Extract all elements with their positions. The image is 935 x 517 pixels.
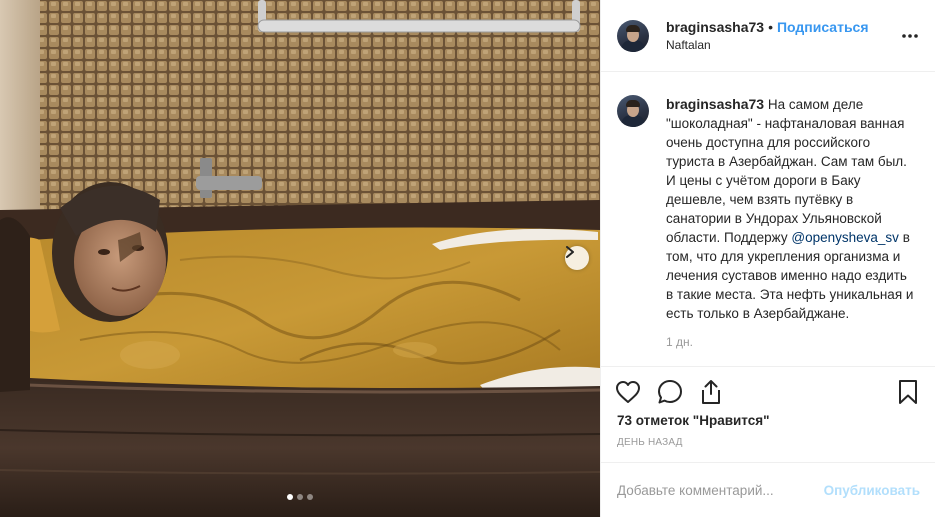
caption-avatar[interactable] [617, 95, 649, 127]
username-link[interactable]: braginsasha73 [666, 19, 764, 35]
post-photo[interactable] [0, 0, 600, 517]
like-button[interactable] [614, 378, 642, 406]
caption-username-link[interactable]: braginsasha73 [666, 96, 764, 112]
comment-input[interactable] [617, 482, 824, 498]
separator-dot: • [768, 19, 773, 35]
location-link[interactable]: Naftalan [666, 38, 869, 52]
caption-timestamp: 1 дн. [666, 335, 693, 349]
more-horizontal-icon [902, 34, 918, 38]
share-icon [702, 380, 720, 404]
action-bar [601, 366, 935, 414]
caption-text-part: На самом деле "шоколадная" - нафтаналова… [666, 97, 907, 245]
comment-form: Опубликовать [601, 462, 935, 517]
bookmark-icon [899, 380, 917, 404]
chevron-right-icon [566, 246, 574, 258]
caption-section: braginsasha73 На самом деле "шоколадная"… [601, 73, 935, 365]
carousel-dot [297, 494, 303, 500]
heart-icon [616, 381, 640, 403]
avatar[interactable] [617, 19, 649, 52]
caption-text: braginsasha73 На самом деле "шоколадная"… [666, 95, 916, 323]
carousel-dot [307, 494, 313, 500]
next-photo-button[interactable] [565, 246, 589, 270]
save-button[interactable] [894, 378, 922, 406]
carousel-dot-active [287, 494, 293, 500]
comment-icon [658, 380, 682, 404]
mention-link[interactable]: @openysheva_sv [791, 230, 899, 245]
likes-count[interactable]: 73 отметок "Нравится" [617, 413, 770, 428]
post-side-panel: braginsasha73 • Подписаться Naftalan bra… [600, 0, 935, 517]
instagram-post: braginsasha73 • Подписаться Naftalan bra… [0, 0, 935, 517]
share-button[interactable] [697, 378, 725, 406]
more-options-button[interactable] [900, 26, 920, 46]
publish-button[interactable]: Опубликовать [824, 483, 920, 498]
post-header: braginsasha73 • Подписаться Naftalan [601, 0, 935, 72]
follow-button[interactable]: Подписаться [777, 19, 869, 35]
bath-photo-illustration [0, 0, 600, 517]
post-timestamp[interactable]: день назад [617, 437, 683, 448]
comment-button[interactable] [656, 378, 684, 406]
carousel-indicator [287, 494, 313, 500]
